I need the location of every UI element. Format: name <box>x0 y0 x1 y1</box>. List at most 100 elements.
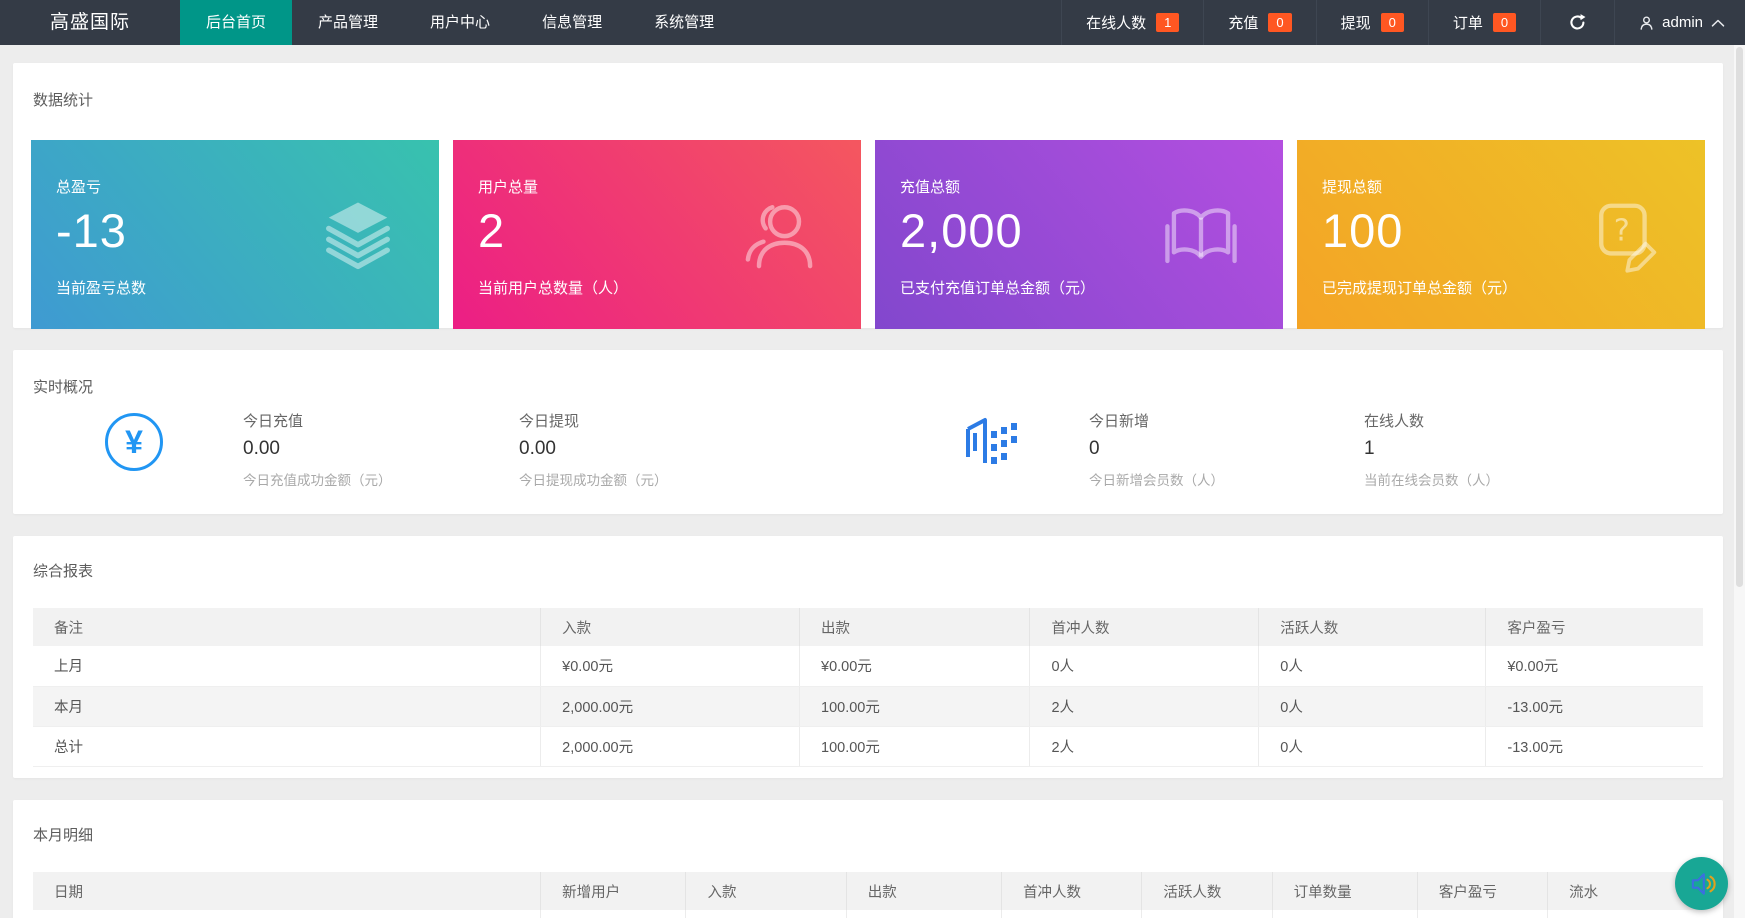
table-cell: 0人 <box>1259 646 1486 686</box>
top-navbar: 高盛国际 后台首页 产品管理 用户中心 信息管理 系统管理 在线人数 1 充值 … <box>0 0 1745 45</box>
table-cell: ¥0.00元 <box>1548 910 1703 918</box>
table-cell: 0人 <box>1030 646 1259 686</box>
table-cell: 0单 <box>1272 910 1417 918</box>
stat-label: 在线人数 <box>1364 410 1499 431</box>
main-nav: 后台首页 产品管理 用户中心 信息管理 系统管理 <box>180 0 740 45</box>
table-cell: ¥0.00元 <box>1486 646 1703 686</box>
stat-value: 1 <box>1364 438 1499 460</box>
column-header: 备注 <box>33 608 541 646</box>
stat-caption: 今日新增会员数（人） <box>1089 469 1224 489</box>
summary-report-title: 综合报表 <box>33 560 1703 581</box>
tab-info[interactable]: 信息管理 <box>516 0 628 45</box>
stat-online-members: 在线人数 1 当前在线会员数（人） <box>1364 410 1499 489</box>
open-book-icon <box>1161 196 1241 274</box>
stat-cards-row: 总盈亏 -13 当前盈亏总数 用户总量 2 当前用户总数量（人） <box>31 140 1705 329</box>
stat-label: 今日新增 <box>1089 410 1224 431</box>
stats-panel-title: 数据统计 <box>33 89 1705 110</box>
table-cell: ¥0.00元 <box>800 646 1030 686</box>
stat-today-withdraw: 今日提现 0.00 今日提现成功金额（元） <box>519 410 668 489</box>
month-detail-title: 本月明细 <box>33 824 1703 845</box>
table-row: 本月2,000.00元100.00元2人0人-13.00元 <box>33 686 1703 726</box>
audio-fab-button[interactable] <box>1675 857 1728 910</box>
column-header: 客户盈亏 <box>1486 608 1703 646</box>
table-cell: 0人 <box>541 910 686 918</box>
user-menu[interactable]: admin <box>1614 0 1745 45</box>
stat-value: 0 <box>1089 438 1224 460</box>
stat-today-recharge: 今日充值 0.00 今日充值成功金额（元） <box>243 410 392 489</box>
card-caption: 当前用户总数量（人） <box>478 277 861 298</box>
navbar-right: 在线人数 1 充值 0 提现 0 订单 0 admin <box>1061 0 1745 45</box>
table-cell: ¥0.00元 <box>541 646 800 686</box>
month-detail-panel: 本月明细 日期新增用户入款出款首冲人数活跃人数订单数量客户盈亏流水2026-01… <box>13 800 1723 918</box>
summary-report-panel: 综合报表 备注入款出款首冲人数活跃人数客户盈亏上月¥0.00元¥0.00元0人0… <box>13 536 1723 778</box>
tab-products[interactable]: 产品管理 <box>292 0 404 45</box>
tab-system[interactable]: 系统管理 <box>628 0 740 45</box>
orders-count-badge: 0 <box>1493 13 1516 32</box>
summary-report-table: 备注入款出款首冲人数活跃人数客户盈亏上月¥0.00元¥0.00元0人0人¥0.0… <box>33 608 1703 767</box>
status-label: 充值 <box>1228 12 1258 33</box>
table-cell: 2人 <box>1030 726 1259 766</box>
column-header: 活跃人数 <box>1142 872 1272 910</box>
column-header: 首冲人数 <box>1002 872 1142 910</box>
stat-value: 0.00 <box>519 438 668 460</box>
table-cell: 2人 <box>1030 686 1259 726</box>
card-caption: 已支付充值订单总金额（元） <box>900 277 1283 298</box>
status-label: 订单 <box>1453 12 1483 33</box>
column-header: 出款 <box>800 608 1030 646</box>
column-header: 活跃人数 <box>1259 608 1486 646</box>
table-cell: 0.00元 <box>846 910 1001 918</box>
yen-circle-icon: ¥ <box>105 413 163 471</box>
tab-dashboard[interactable]: 后台首页 <box>180 0 292 45</box>
stat-card-total-withdraw: 提现总额 100 已完成提现订单总金额（元） ? <box>1297 140 1705 329</box>
online-count-badge: 1 <box>1156 13 1179 32</box>
table-cell: 2026-01-01 <box>33 910 541 918</box>
table-cell: 上月 <box>33 646 541 686</box>
stat-label: 今日充值 <box>243 410 392 431</box>
stat-caption: 当前在线会员数（人） <box>1364 469 1499 489</box>
status-orders[interactable]: 订单 0 <box>1428 0 1540 45</box>
card-caption: 已完成提现订单总金额（元） <box>1322 277 1705 298</box>
table-cell: 2,000.00元 <box>541 686 800 726</box>
card-label: 充值总额 <box>900 176 1283 197</box>
card-label: 总盈亏 <box>56 176 439 197</box>
stat-value: 0.00 <box>243 438 392 460</box>
status-recharge[interactable]: 充值 0 <box>1203 0 1315 45</box>
column-header: 订单数量 <box>1272 872 1417 910</box>
table-cell: 2,000.00元 <box>541 726 800 766</box>
tab-users[interactable]: 用户中心 <box>404 0 516 45</box>
status-label: 在线人数 <box>1086 12 1146 33</box>
stat-today-new-members: 今日新增 0 今日新增会员数（人） <box>1089 410 1224 489</box>
scrollbar-track[interactable] <box>1734 45 1745 918</box>
users-icon <box>739 195 819 275</box>
month-detail-table: 日期新增用户入款出款首冲人数活跃人数订单数量客户盈亏流水2026-01-010人… <box>33 872 1703 918</box>
table-cell: -13.00元 <box>1486 726 1703 766</box>
table-cell: 100.00元 <box>800 726 1030 766</box>
scrollbar-thumb[interactable] <box>1736 47 1743 587</box>
building-icon <box>958 410 1022 472</box>
layers-icon <box>319 196 397 274</box>
table-cell: 0人 <box>1259 686 1486 726</box>
table-cell: ¥0.00元 <box>1417 910 1547 918</box>
recharge-count-badge: 0 <box>1268 13 1291 32</box>
stats-panel: 数据统计 总盈亏 -13 当前盈亏总数 用户总量 2 当前用户总数量（人） <box>13 63 1723 328</box>
refresh-button[interactable] <box>1540 0 1614 45</box>
stat-caption: 今日充值成功金额（元） <box>243 469 392 489</box>
realtime-panel: 实时概况 ¥ 今日充值 0.00 今日充值成功金额（元） 今日提现 0.00 今… <box>13 350 1723 514</box>
status-online-users[interactable]: 在线人数 1 <box>1061 0 1203 45</box>
question-note-icon: ? <box>1585 196 1663 274</box>
svg-text:?: ? <box>1614 213 1630 248</box>
table-cell: -13.00元 <box>1486 686 1703 726</box>
stat-label: 今日提现 <box>519 410 668 431</box>
stat-card-total-users: 用户总量 2 当前用户总数量（人） <box>453 140 861 329</box>
stat-caption: 今日提现成功金额（元） <box>519 469 668 489</box>
table-cell: 0人 <box>1142 910 1272 918</box>
person-icon <box>1639 15 1654 31</box>
table-cell: 0人 <box>1259 726 1486 766</box>
stat-card-total-profit: 总盈亏 -13 当前盈亏总数 <box>31 140 439 329</box>
column-header: 首冲人数 <box>1030 608 1259 646</box>
table-row: 总计2,000.00元100.00元2人0人-13.00元 <box>33 726 1703 766</box>
table-cell: 本月 <box>33 686 541 726</box>
status-withdraw[interactable]: 提现 0 <box>1316 0 1428 45</box>
table-row: 上月¥0.00元¥0.00元0人0人¥0.00元 <box>33 646 1703 686</box>
username: admin <box>1662 14 1703 31</box>
